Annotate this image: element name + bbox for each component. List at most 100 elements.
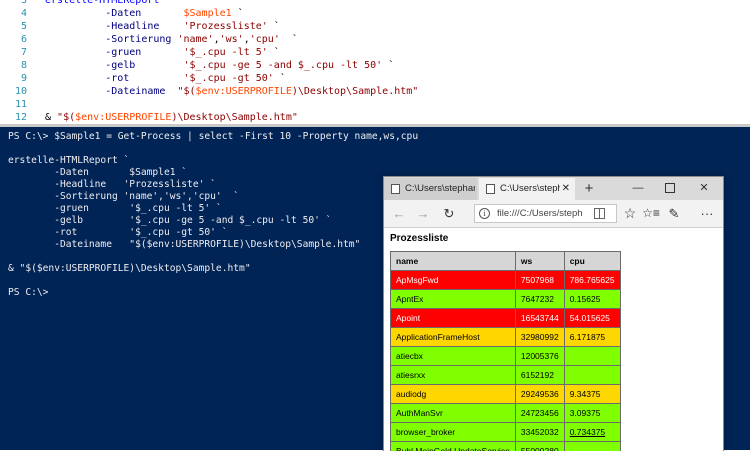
cell-ws: 24723456 — [515, 404, 564, 423]
line-number: 11 — [0, 98, 27, 111]
code-token: -Dateiname — [45, 86, 165, 97]
header-cpu: cpu — [564, 252, 620, 271]
cell-cpu: 786.765625 — [564, 271, 620, 290]
cell-name: ApMsgFwd — [391, 271, 516, 290]
table-row: atiesrxx6152192 — [391, 366, 621, 385]
table-header-row: name ws cpu — [391, 252, 621, 271]
cell-name: ApntEx — [391, 290, 516, 309]
code-token: -gruen — [45, 47, 141, 58]
table-row: atiecbx12005376 — [391, 347, 621, 366]
page-content: Prozessliste name ws cpu ApMsgFwd7507968… — [384, 228, 723, 451]
table-row: Apoint1654374454.015625 — [391, 309, 621, 328]
cell-cpu: 6.171875 — [564, 328, 620, 347]
console-line: -Sortierung 'name','ws','cpu' ` — [8, 191, 239, 203]
console-line: -rot '$_.cpu -gt 50' ` — [8, 227, 228, 239]
code-text: -rot '$_.cpu -gt 50' ` — [45, 72, 286, 85]
code-token: -Headline — [45, 21, 159, 32]
cell-cpu — [564, 347, 620, 366]
close-tab-icon[interactable]: ✕ — [562, 178, 570, 200]
console-line: -Daten $Sample1 ` — [8, 167, 187, 179]
header-name: name — [391, 252, 516, 271]
refresh-button[interactable]: ↻ — [440, 200, 458, 227]
code-token: & — [45, 112, 57, 123]
line-number: 10 — [0, 85, 27, 98]
reading-view-icon[interactable] — [594, 208, 605, 219]
console-line: PS C:\> $Sample1 = Get-Process | select … — [8, 131, 418, 143]
favorite-star-icon[interactable]: ☆ — [621, 200, 639, 227]
address-text[interactable]: file:///C:/Users/steph — [497, 205, 589, 222]
code-token — [129, 73, 183, 84]
code-token: ` — [232, 8, 244, 19]
code-token: ` — [382, 60, 394, 71]
table-row: AuthManSvr247234563.09375 — [391, 404, 621, 423]
cell-name: Apoint — [391, 309, 516, 328]
code-token: ` — [274, 73, 286, 84]
code-token: ` — [159, 0, 171, 6]
script-editor-pane[interactable]: 3erstelle-HTMLReport `4 -Daten $Sample1 … — [0, 0, 750, 124]
cell-name: atiecbx — [391, 347, 516, 366]
cell-ws: 7507968 — [515, 271, 564, 290]
code-text: -Headline 'Prozessliste' ` — [45, 20, 280, 33]
code-token: ` — [268, 21, 280, 32]
cell-ws: 16543744 — [515, 309, 564, 328]
forward-button[interactable]: → — [414, 200, 432, 227]
code-text: & "$($env:USERPROFILE)\Desktop\Sample.ht… — [45, 111, 298, 124]
console-line: erstelle-HTMLReport ` — [8, 155, 129, 167]
code-text: -Sortierung 'name','ws','cpu' ` — [45, 33, 298, 46]
table-row: ApplicationFrameHost329809926.171875 — [391, 328, 621, 347]
browser-tab-inactive[interactable]: C:\Users\stephan\ — [384, 178, 477, 200]
line-number: 8 — [0, 59, 27, 72]
minimize-button[interactable]: — — [623, 177, 653, 200]
code-token — [135, 60, 183, 71]
code-token: -Sortierung — [45, 34, 171, 45]
cell-ws: 12005376 — [515, 347, 564, 366]
favorites-list-icon[interactable]: ☆≡ — [642, 200, 660, 227]
maximize-icon — [665, 183, 675, 193]
console-line: -Dateiname "$($env:USERPROFILE)\Desktop\… — [8, 239, 360, 251]
address-bar[interactable]: i file:///C:/Users/steph — [474, 204, 617, 223]
code-token: ` — [268, 47, 280, 58]
code-token: '$_.cpu -lt 5' — [183, 47, 267, 58]
line-number: 6 — [0, 33, 27, 46]
line-number: 5 — [0, 20, 27, 33]
code-text: erstelle-HTMLReport ` — [45, 0, 171, 7]
cell-name: browser_broker — [391, 423, 516, 442]
code-token: -gelb — [45, 60, 135, 71]
code-token: 'cpu' — [250, 34, 280, 45]
more-menu-icon[interactable]: ··· — [698, 200, 716, 227]
page-icon — [391, 184, 400, 194]
line-number: 3 — [0, 0, 27, 7]
cell-name: AuthManSvr — [391, 404, 516, 423]
cell-ws: 29249536 — [515, 385, 564, 404]
table-row: browser_broker334520320.734375 — [391, 423, 621, 442]
process-table: name ws cpu ApMsgFwd7507968786.765625Apn… — [390, 251, 621, 451]
header-ws: ws — [515, 252, 564, 271]
line-number: 9 — [0, 72, 27, 85]
console-line: -gruen '$_.cpu -lt 5' ` — [8, 203, 222, 215]
back-button[interactable]: ← — [390, 200, 408, 227]
code-token — [141, 8, 183, 19]
table-row: ApMsgFwd7507968786.765625 — [391, 271, 621, 290]
console-line: PS C:\> — [8, 287, 48, 299]
cell-cpu: 3.09375 — [564, 404, 620, 423]
maximize-button[interactable] — [655, 177, 685, 200]
info-icon[interactable]: i — [479, 208, 490, 219]
cell-cpu: 0.15625 — [564, 290, 620, 309]
browser-tab-active[interactable]: C:\Users\steph ✕ — [479, 178, 575, 200]
line-number: 7 — [0, 46, 27, 59]
cell-cpu: 9.34375 — [564, 385, 620, 404]
close-window-button[interactable]: ✕ — [689, 177, 719, 200]
cell-cpu — [564, 366, 620, 385]
new-tab-button[interactable]: + — [582, 177, 596, 200]
code-token: )\Desktop\Sample.htm" — [292, 86, 418, 97]
code-token: "$( — [177, 86, 195, 97]
tab-title: C:\Users\stephan\ — [405, 178, 475, 200]
code-token: 'name' — [177, 34, 213, 45]
cell-ws: 7647232 — [515, 290, 564, 309]
code-token: "$( — [57, 112, 75, 123]
web-notes-icon[interactable]: ✎ — [665, 200, 683, 227]
code-token: ` — [280, 34, 298, 45]
code-token: '$_.cpu -ge 5 -and $_.cpu -lt 50' — [183, 60, 382, 71]
table-row: audiodg292495369.34375 — [391, 385, 621, 404]
browser-nav-bar: ← → ↻ i file:///C:/Users/steph ☆ ☆≡ ✎ ··… — [384, 200, 723, 228]
